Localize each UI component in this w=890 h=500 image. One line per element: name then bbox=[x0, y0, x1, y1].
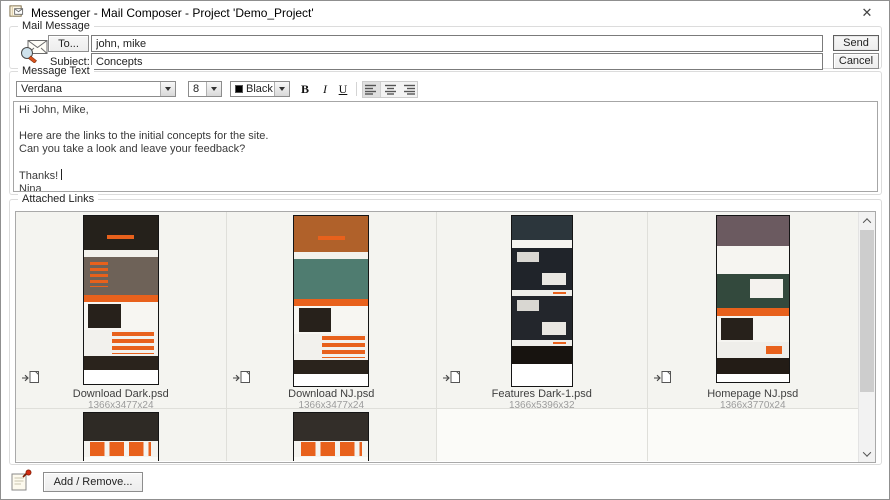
attachment-filename: Homepage NJ.psd bbox=[648, 389, 859, 400]
align-center-icon[interactable] bbox=[381, 82, 399, 97]
to-button[interactable]: To... bbox=[48, 35, 89, 52]
attachment-thumbnail bbox=[293, 215, 369, 387]
attachment-item[interactable] bbox=[227, 409, 438, 461]
font-family-value: Verdana bbox=[21, 83, 62, 95]
attachment-filename: Download Dark.psd bbox=[16, 389, 226, 400]
attachments-row-2 bbox=[16, 409, 858, 461]
color-swatch bbox=[235, 85, 243, 93]
attachment-filename: Download NJ.psd bbox=[227, 389, 437, 400]
message-body[interactable]: Hi John, Mike, Here are the links to the… bbox=[13, 101, 878, 192]
attachment-thumbnail bbox=[293, 412, 369, 461]
attachment-thumb-area bbox=[16, 215, 226, 388]
attachment-thumbnail bbox=[511, 215, 573, 387]
attachment-item[interactable]: Homepage NJ.psd 1366x3770x24 bbox=[648, 212, 859, 409]
font-size-value: 8 bbox=[193, 83, 199, 95]
mail-composer-window: Messenger - Mail Composer - Project 'Dem… bbox=[0, 0, 890, 500]
add-remove-button[interactable]: Add / Remove... bbox=[43, 472, 143, 492]
recipients-input[interactable] bbox=[91, 35, 823, 52]
window-title: Messenger - Mail Composer - Project 'Dem… bbox=[31, 6, 314, 20]
attachments-grid: Download Dark.psd 1366x3477x24 Download … bbox=[16, 212, 858, 462]
chevron-down-icon[interactable] bbox=[160, 82, 175, 96]
alignment-group bbox=[362, 81, 418, 98]
underline-button[interactable]: U bbox=[334, 81, 352, 97]
attachment-thumbnail bbox=[83, 215, 159, 385]
chevron-down-icon[interactable] bbox=[206, 82, 221, 96]
attachment-item[interactable] bbox=[16, 409, 227, 461]
font-family-select[interactable]: Verdana bbox=[16, 81, 176, 97]
empty-cell bbox=[437, 409, 648, 461]
attachment-item[interactable]: Features Dark-1.psd 1366x5396x32 bbox=[437, 212, 648, 409]
toolbar-separator bbox=[356, 82, 357, 96]
titlebar: Messenger - Mail Composer - Project 'Dem… bbox=[1, 1, 889, 25]
attachment-item[interactable]: Download NJ.psd 1366x3477x24 bbox=[227, 212, 438, 409]
attachment-thumbnail bbox=[716, 215, 790, 383]
close-icon[interactable]: ✕ bbox=[859, 5, 875, 21]
attach-note-icon bbox=[9, 469, 33, 496]
attachment-thumb-area bbox=[648, 215, 859, 388]
send-button[interactable]: Send bbox=[833, 35, 879, 51]
attachment-thumb-area bbox=[16, 412, 226, 461]
attached-links-list: Download Dark.psd 1366x3477x24 Download … bbox=[15, 211, 876, 463]
mail-message-group-label: Mail Message bbox=[18, 20, 94, 32]
font-size-select[interactable]: 8 bbox=[188, 81, 222, 97]
link-shortcut-icon bbox=[442, 370, 461, 387]
attached-links-group: Attached Links Download Dark.psd 1366x34… bbox=[9, 199, 882, 465]
scroll-down-icon[interactable] bbox=[859, 445, 875, 462]
attached-links-group-label: Attached Links bbox=[18, 193, 98, 205]
subject-input[interactable] bbox=[91, 53, 823, 70]
chevron-down-icon[interactable] bbox=[274, 82, 289, 96]
attachment-thumb-area bbox=[227, 215, 437, 388]
font-color-value: Black bbox=[246, 83, 273, 95]
align-left-icon[interactable] bbox=[363, 82, 381, 97]
mail-message-group: Mail Message To... Subject: Send Cancel bbox=[9, 26, 882, 69]
attachment-item[interactable]: Download Dark.psd 1366x3477x24 bbox=[16, 212, 227, 409]
cancel-button[interactable]: Cancel bbox=[833, 53, 879, 69]
align-right-icon[interactable] bbox=[399, 82, 417, 97]
attachment-filename: Features Dark-1.psd bbox=[437, 389, 647, 400]
message-text-group: Message Text Verdana 8 Black B I U bbox=[9, 71, 882, 195]
bold-button[interactable]: B bbox=[296, 81, 314, 97]
link-shortcut-icon bbox=[232, 370, 251, 387]
font-color-select[interactable]: Black bbox=[230, 81, 290, 97]
text-cursor bbox=[61, 169, 62, 180]
vertical-scrollbar[interactable] bbox=[858, 212, 875, 462]
attachment-thumbnail bbox=[83, 412, 159, 461]
attachment-thumb-area bbox=[227, 412, 437, 461]
message-text-before-cursor: Hi John, Mike, Here are the links to the… bbox=[19, 104, 268, 182]
scroll-up-icon[interactable] bbox=[859, 212, 875, 229]
link-shortcut-icon bbox=[653, 370, 672, 387]
message-text-group-label: Message Text bbox=[18, 65, 94, 77]
empty-cell bbox=[648, 409, 859, 461]
message-text-after-cursor: Nina bbox=[19, 183, 42, 192]
attachment-thumb-area bbox=[437, 215, 647, 388]
mail-search-icon bbox=[18, 37, 50, 66]
link-shortcut-icon bbox=[21, 370, 40, 387]
scrollbar-thumb[interactable] bbox=[860, 230, 874, 392]
italic-button[interactable]: I bbox=[316, 81, 334, 97]
attachments-row-1: Download Dark.psd 1366x3477x24 Download … bbox=[16, 212, 858, 409]
